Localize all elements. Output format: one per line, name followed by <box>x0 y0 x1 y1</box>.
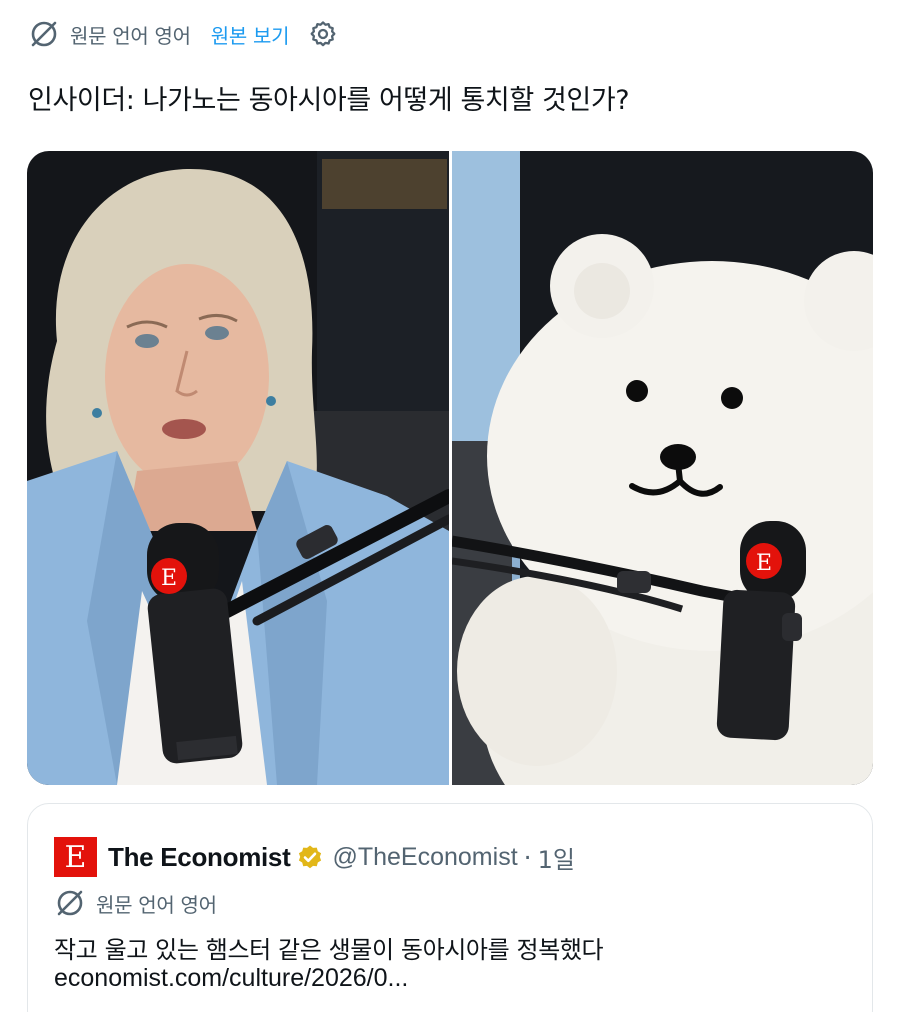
mic-logo-left: E <box>161 566 177 591</box>
quoted-translation-note: 원문 언어 영어 <box>54 883 217 923</box>
original-language-note: 원문 언어 영어 <box>70 23 191 48</box>
quoted-post-text: 작고 울고 있는 햄스터 같은 생물이 동아시아를 정복했다 <box>54 936 604 964</box>
article-link[interactable]: economist.com/culture/2026/0... <box>54 964 408 993</box>
author-handle[interactable]: @TheEconomist <box>332 843 517 872</box>
interviewee-photo[interactable]: E <box>27 151 449 785</box>
mic-logo-right: E <box>755 551 771 576</box>
original-language-note: 원문 언어 영어 <box>96 892 217 917</box>
quoted-post-card[interactable]: E The Economist @TheEconomist · 1일 원문 언어… <box>27 803 873 1012</box>
author-name[interactable]: The Economist <box>108 842 291 873</box>
translate-icon <box>28 18 60 50</box>
meta-separator: · <box>523 842 532 872</box>
post-media[interactable]: E E <box>27 151 873 785</box>
plush-bear-photo[interactable]: E <box>451 151 874 785</box>
post-text: 인사이더: 나가노는 동아시아를 어떻게 통치할 것인가? <box>28 85 630 116</box>
economist-avatar[interactable]: E <box>54 837 97 877</box>
verified-badge-icon <box>297 844 323 870</box>
translation-bar: 원문 언어 영어 원본 보기 <box>28 14 339 54</box>
quoted-post-header: E The Economist @TheEconomist · 1일 <box>54 837 575 877</box>
show-original-button[interactable]: 원본 보기 <box>211 20 290 49</box>
gear-icon[interactable] <box>307 18 339 50</box>
translate-icon <box>54 887 86 919</box>
post-age[interactable]: 1일 <box>538 840 575 875</box>
